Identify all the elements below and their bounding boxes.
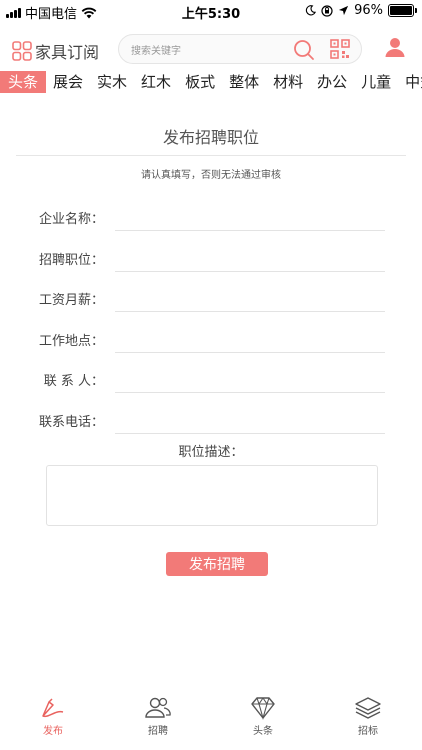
- page-title: 发布招聘职位: [162, 128, 259, 147]
- description-label: 职位描述：: [178, 445, 244, 460]
- category-tabs: 头条展会实木红木板式整体材料办公儿童中式: [0, 71, 422, 93]
- qr-scan-icon[interactable]: [330, 39, 350, 59]
- grid-logo-icon: [12, 41, 32, 61]
- search-icon[interactable]: [293, 39, 315, 61]
- nav-recruit[interactable]: 招聘: [108, 690, 208, 745]
- position-input[interactable]: [115, 243, 385, 272]
- tab-category[interactable]: 展会: [46, 71, 90, 93]
- tab-category[interactable]: 头条: [0, 71, 47, 93]
- tab-category[interactable]: 红木: [134, 71, 178, 93]
- phone-input[interactable]: [115, 405, 385, 434]
- app-header: 家具订阅 搜索关键字: [0, 30, 422, 70]
- status-bar: 中国电信 上午5:30 96%: [0, 0, 422, 22]
- phone-label: 联系电话：: [38, 415, 104, 430]
- salary-label: 工资月薪：: [38, 293, 104, 308]
- salary-input[interactable]: [115, 283, 385, 312]
- pen-icon: [42, 698, 64, 718]
- battery-icon: [388, 4, 417, 17]
- bottom-nav: 发布 招聘 头条 招标: [0, 690, 422, 750]
- location-row: 工作地点：: [0, 324, 422, 353]
- nav-publish-label: 发布: [43, 726, 63, 737]
- location-input[interactable]: [115, 324, 385, 353]
- app-name: 家具订阅: [35, 43, 100, 62]
- contact-row: 联 系 人：: [0, 364, 422, 393]
- rotation-lock-icon: [321, 4, 333, 17]
- search-bar[interactable]: 搜索关键字: [118, 34, 362, 64]
- user-icon[interactable]: [384, 36, 406, 58]
- company-name-input[interactable]: [115, 202, 385, 231]
- contact-input[interactable]: [115, 364, 385, 393]
- description-textarea[interactable]: [46, 465, 378, 526]
- moon-icon: [305, 5, 317, 16]
- tab-category[interactable]: 材料: [266, 71, 310, 93]
- company-name-row: 企业名称：: [0, 202, 422, 231]
- publish-button[interactable]: 发布招聘: [166, 552, 268, 576]
- nav-tender-label: 招标: [358, 726, 378, 737]
- tab-category[interactable]: 办公: [310, 71, 354, 93]
- salary-row: 工资月薪：: [0, 283, 422, 312]
- contact-label: 联 系 人：: [43, 374, 104, 389]
- status-right: 96%: [305, 3, 417, 18]
- tab-category[interactable]: 中式: [398, 71, 422, 93]
- diamond-icon: [251, 697, 275, 720]
- nav-publish[interactable]: 发布: [3, 690, 103, 745]
- tab-category[interactable]: 实木: [90, 71, 134, 93]
- tab-category[interactable]: 整体: [222, 71, 266, 93]
- layers-icon: [355, 697, 381, 719]
- title-divider: [16, 155, 406, 156]
- app-logo[interactable]: 家具订阅: [12, 39, 99, 63]
- nav-headlines[interactable]: 头条: [213, 690, 313, 745]
- company-name-label: 企业名称：: [38, 212, 104, 227]
- position-row: 招聘职位：: [0, 243, 422, 272]
- search-placeholder[interactable]: 搜索关键字: [131, 42, 181, 57]
- location-arrow-icon: [339, 5, 349, 16]
- tab-category[interactable]: 板式: [178, 71, 222, 93]
- nav-tender[interactable]: 招标: [318, 690, 418, 745]
- nav-headlines-label: 头条: [253, 726, 273, 737]
- position-label: 招聘职位：: [38, 253, 104, 268]
- nav-recruit-label: 招聘: [148, 726, 168, 737]
- people-icon: [145, 697, 171, 718]
- tab-category[interactable]: 儿童: [354, 71, 398, 93]
- form-hint: 请认真填写，否则无法通过审核: [141, 170, 281, 181]
- battery-percent: 96%: [354, 3, 383, 18]
- location-label: 工作地点：: [38, 334, 104, 349]
- phone-row: 联系电话：: [0, 405, 422, 434]
